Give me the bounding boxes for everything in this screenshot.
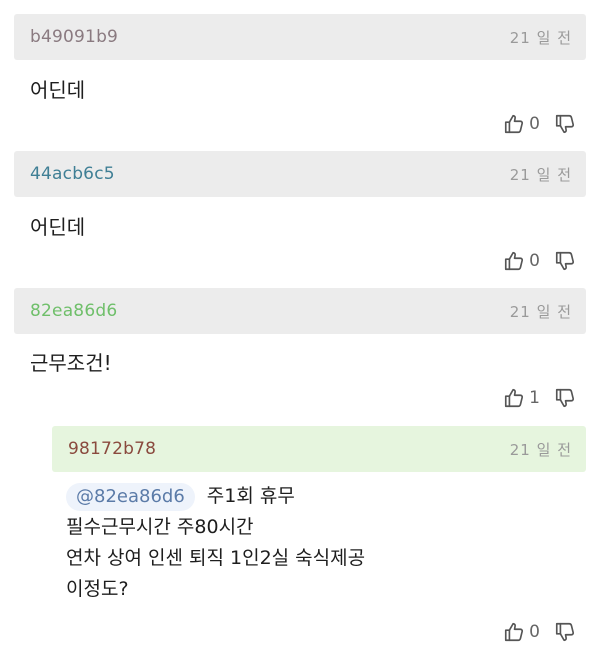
comment-time: 21 일 전 — [509, 166, 572, 184]
reply-line-4: 이정도? — [66, 578, 129, 600]
thumbs-down-icon — [554, 387, 576, 409]
thumbs-up-icon — [503, 250, 525, 272]
reply-actions: 0 — [503, 618, 576, 646]
thumbs-down-icon — [554, 621, 576, 643]
thumbs-up-icon — [503, 113, 525, 135]
comment-header: 82ea86d6 21 일 전 — [14, 288, 586, 334]
dislike-button[interactable] — [554, 387, 576, 409]
reply-line-3: 연차 상여 인센 퇴직 1인2실 숙식제공 — [66, 547, 366, 569]
dislike-button[interactable] — [554, 621, 576, 643]
comment-header: b49091b9 21 일 전 — [14, 14, 586, 60]
like-count: 0 — [529, 114, 540, 134]
comment-actions: 1 — [503, 384, 576, 412]
comment-author[interactable]: 82ea86d6 — [30, 301, 117, 321]
like-button[interactable]: 1 — [503, 387, 554, 409]
dislike-button[interactable] — [554, 113, 576, 135]
like-count: 0 — [529, 622, 540, 642]
comment-time: 21 일 전 — [509, 303, 572, 321]
reply-text: @82ea86d6 주1회 휴무 필수근무시간 주80시간 연차 상여 인센 퇴직… — [66, 481, 365, 605]
dislike-button[interactable] — [554, 250, 576, 272]
reply-header: 98172b78 21 일 전 — [52, 426, 586, 472]
comment-author[interactable]: 44acb6c5 — [30, 164, 115, 184]
comment-actions: 0 — [503, 110, 576, 138]
like-count: 1 — [529, 388, 540, 408]
thumbs-up-icon — [503, 387, 525, 409]
like-button[interactable]: 0 — [503, 113, 554, 135]
reply-line-text: 주1회 휴무 — [206, 485, 295, 507]
comment-header: 44acb6c5 21 일 전 — [14, 151, 586, 197]
comment-text: 근무조건! — [30, 351, 112, 375]
reply-author[interactable]: 98172b78 — [68, 439, 156, 459]
reply-time: 21 일 전 — [509, 441, 572, 459]
thumbs-up-icon — [503, 621, 525, 643]
comment-text: 어딘데 — [30, 215, 86, 239]
mention-tag[interactable]: @82ea86d6 — [66, 483, 195, 511]
like-button[interactable]: 0 — [503, 621, 554, 643]
like-count: 0 — [529, 251, 540, 271]
thumbs-down-icon — [554, 250, 576, 272]
comment-time: 21 일 전 — [509, 29, 572, 47]
reply-line-1: @82ea86d6 주1회 휴무 — [66, 481, 365, 512]
thumbs-down-icon — [554, 113, 576, 135]
like-button[interactable]: 0 — [503, 250, 554, 272]
comment-text: 어딘데 — [30, 78, 86, 102]
reply-line-2: 필수근무시간 주80시간 — [66, 516, 254, 538]
comment-author[interactable]: b49091b9 — [30, 27, 118, 47]
comment-actions: 0 — [503, 247, 576, 275]
